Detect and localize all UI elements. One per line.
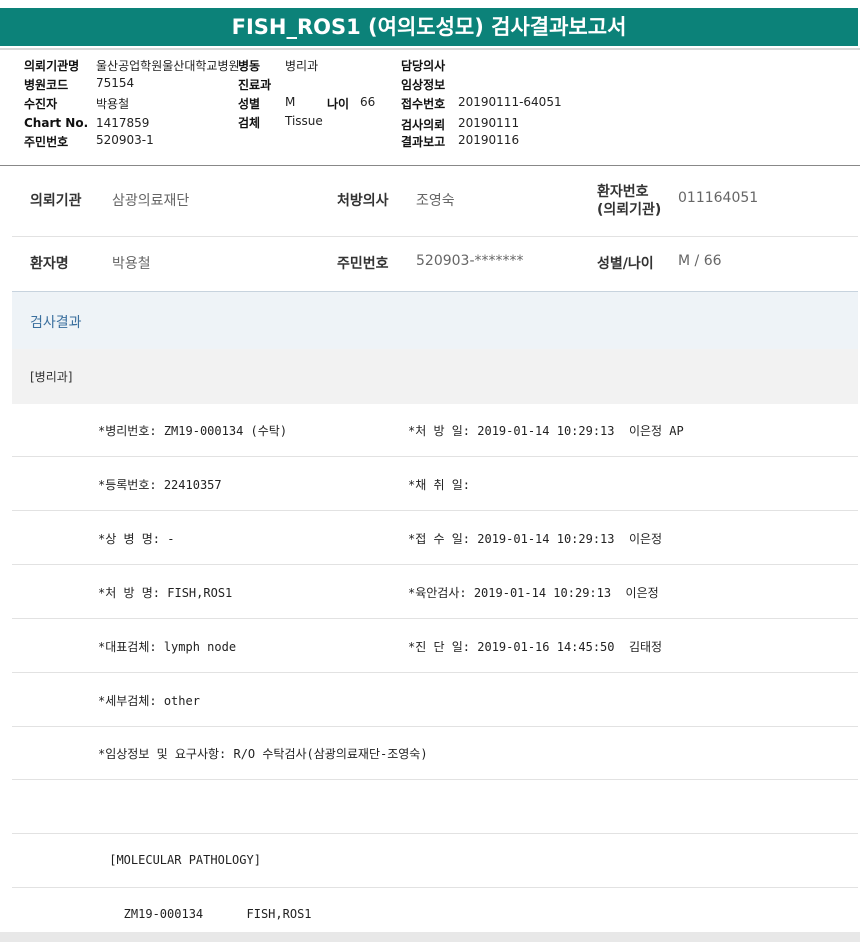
header-label: 병동 bbox=[238, 59, 261, 73]
header-label: 담당의사 bbox=[401, 59, 446, 73]
header-label: 검체 bbox=[238, 116, 261, 130]
result-cell: ZM19-000134 FISH,ROS1 bbox=[102, 907, 312, 921]
result-cell: [MOLECULAR PATHOLOGY] bbox=[102, 853, 261, 867]
header-label: 진료과 bbox=[238, 78, 272, 92]
section-title: 검사결과 bbox=[30, 315, 82, 331]
report-header: 의뢰기관명 울산공업학원울산대학교병원 병원코드 75154 수진자 박용철 C… bbox=[0, 50, 860, 166]
info-row-2: 환자명 박용철 주민번호 520903-******* 성별/나이 M / 66 bbox=[12, 237, 858, 291]
result-cell: *임상정보 및 요구사항: R/O 수탁검사(삼광의료재단-조영숙) bbox=[98, 747, 428, 761]
header-value: 20190111-64051 bbox=[458, 95, 562, 109]
result-row: *병리번호: ZM19-000134 (수탁) *처 방 일: 2019-01-… bbox=[12, 404, 858, 457]
header-value: 520903-1 bbox=[96, 133, 154, 147]
result-row bbox=[12, 781, 858, 834]
result-cell: *접 수 일: 2019-01-14 10:29:13 이은정 bbox=[408, 532, 663, 546]
info-label: 환자명 bbox=[30, 256, 69, 272]
result-cell: *세부검체: other bbox=[98, 694, 200, 708]
info-row-1: 의뢰기관 삼광의료재단 처방의사 조영숙 환자번호 (의뢰기관) 0111640… bbox=[12, 166, 858, 237]
header-value: Tissue bbox=[285, 114, 323, 128]
result-row: *상 병 명: - *접 수 일: 2019-01-14 10:29:13 이은… bbox=[12, 512, 858, 565]
header-value: 병리과 bbox=[285, 59, 319, 73]
result-row: *임상정보 및 요구사항: R/O 수탁검사(삼광의료재단-조영숙) bbox=[12, 727, 858, 780]
header-value: 66 bbox=[360, 95, 376, 109]
result-row: *세부검체: other bbox=[12, 674, 858, 727]
result-cell: *채 취 일: bbox=[408, 478, 471, 492]
info-label: (의뢰기관) bbox=[597, 202, 662, 218]
result-cell: *상 병 명: - bbox=[98, 532, 175, 546]
header-value: 박용철 bbox=[96, 97, 130, 111]
bottom-border bbox=[0, 932, 860, 942]
info-value: 삼광의료재단 bbox=[112, 193, 190, 209]
header-label: 나이 bbox=[327, 97, 350, 111]
header-label: 결과보고 bbox=[401, 135, 446, 149]
info-label: 환자번호 bbox=[597, 184, 649, 200]
info-label: 성별/나이 bbox=[597, 256, 654, 272]
result-row: *처 방 명: FISH,ROS1 *육안검사: 2019-01-14 10:2… bbox=[12, 566, 858, 619]
report-title-bar: FISH_ROS1 (여의도성모) 검사결과보고서 bbox=[0, 0, 860, 50]
section-header: 검사결과 bbox=[12, 291, 858, 351]
header-value: 울산공업학원울산대학교병원 bbox=[96, 59, 240, 73]
dept-row: [병리과] bbox=[12, 349, 858, 404]
header-label: 수진자 bbox=[24, 97, 58, 111]
header-label: 임상정보 bbox=[401, 78, 446, 92]
result-row: *등록번호: 22410357 *채 취 일: bbox=[12, 458, 858, 511]
header-label: 병원코드 bbox=[24, 78, 69, 92]
header-label: Chart No. bbox=[24, 116, 89, 130]
result-cell: *등록번호: 22410357 bbox=[98, 478, 222, 492]
info-label: 주민번호 bbox=[337, 256, 389, 272]
info-value: 520903-******* bbox=[416, 253, 524, 269]
result-row: [MOLECULAR PATHOLOGY] bbox=[12, 835, 858, 888]
header-label: 접수번호 bbox=[401, 97, 446, 111]
info-value: 조영숙 bbox=[416, 193, 455, 209]
result-cell: *병리번호: ZM19-000134 (수탁) bbox=[98, 424, 288, 438]
info-label: 의뢰기관 bbox=[30, 193, 82, 209]
result-cell: *진 단 일: 2019-01-16 14:45:50 김태정 bbox=[408, 640, 663, 654]
header-value: 20190111 bbox=[458, 116, 520, 130]
header-label: 검사의뢰 bbox=[401, 118, 446, 132]
info-value: 011164051 bbox=[678, 190, 759, 206]
header-label: 성별 bbox=[238, 97, 261, 111]
header-value: 75154 bbox=[96, 76, 135, 90]
header-value: M bbox=[285, 95, 296, 109]
result-cell: *대표검체: lymph node bbox=[98, 640, 237, 654]
header-value: 20190116 bbox=[458, 133, 520, 147]
report-title: FISH_ROS1 (여의도성모) 검사결과보고서 bbox=[0, 8, 858, 46]
result-cell: *처 방 일: 2019-01-14 10:29:13 이은정 AP bbox=[408, 424, 684, 438]
header-label: 주민번호 bbox=[24, 135, 69, 149]
result-row: *대표검체: lymph node *진 단 일: 2019-01-16 14:… bbox=[12, 620, 858, 673]
info-value: 박용철 bbox=[112, 256, 151, 272]
result-row: ZM19-000134 FISH,ROS1 bbox=[12, 889, 858, 932]
header-label: 의뢰기관명 bbox=[24, 59, 80, 73]
info-value: M / 66 bbox=[678, 253, 722, 269]
info-label: 처방의사 bbox=[337, 193, 389, 209]
header-value: 1417859 bbox=[96, 116, 150, 130]
result-cell: *처 방 명: FISH,ROS1 bbox=[98, 586, 233, 600]
result-cell: *육안검사: 2019-01-14 10:29:13 이은정 bbox=[408, 586, 659, 600]
dept-label: [병리과] bbox=[30, 370, 73, 384]
